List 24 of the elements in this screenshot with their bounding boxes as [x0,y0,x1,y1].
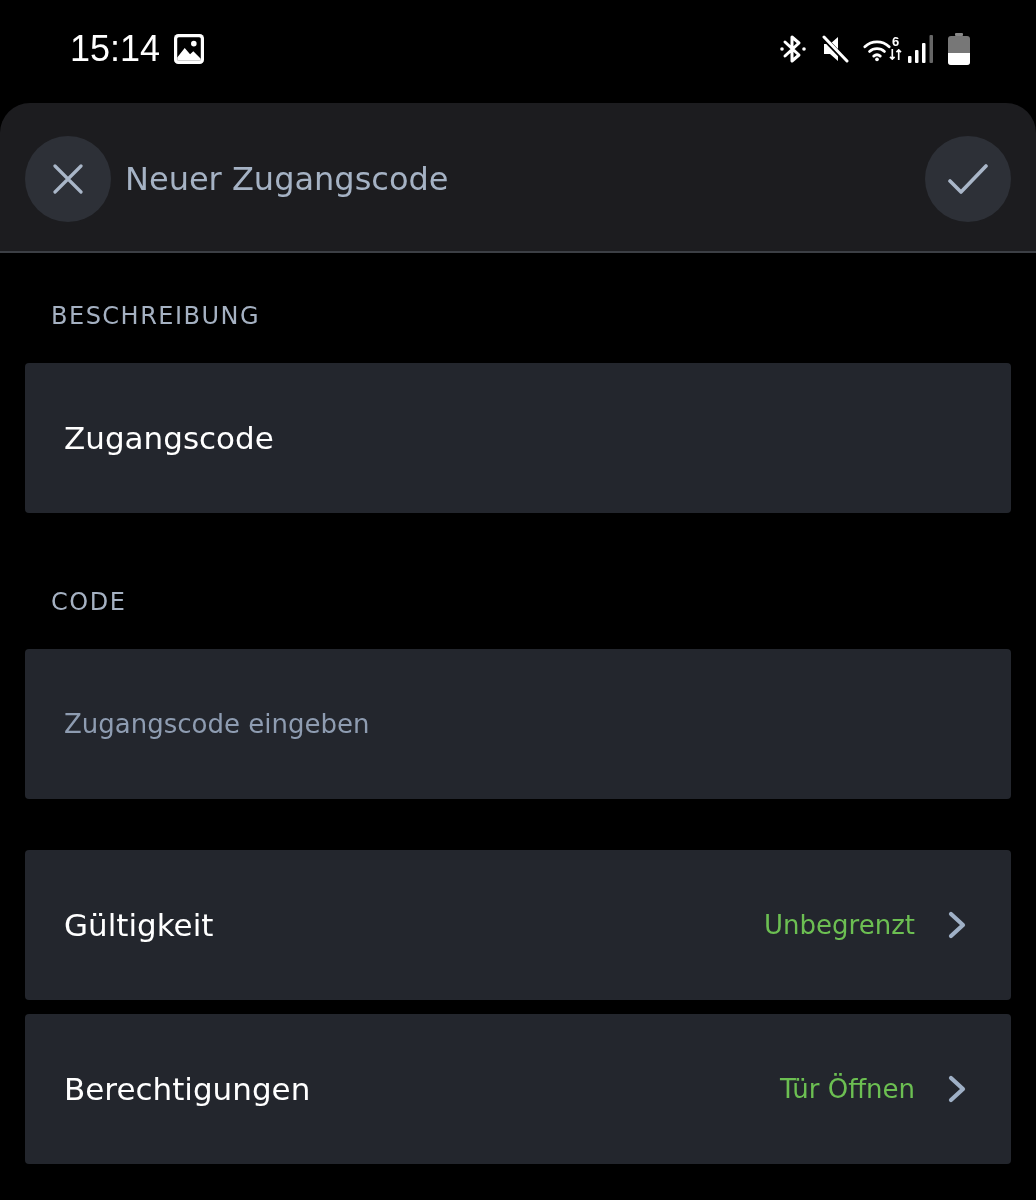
image-icon [174,33,205,64]
section-label: CODE [50,587,128,617]
chevron-icon [947,911,967,939]
signal-icon [908,34,934,63]
data-arrows-icon [889,49,902,60]
settings-row[interactable]: Gültigkeit Unbegrenzt [25,850,1011,1000]
bluetooth-icon [780,33,806,64]
setting-label: Berechtigungen [64,1071,312,1107]
wifi-standard-label: 6 [891,35,900,48]
setting-label: Gültigkeit [64,907,215,943]
status-time: 15:14 [70,27,161,70]
chevron-icon [947,1075,967,1103]
settings-row[interactable]: Berechtigungen Tür Öffnen [25,1014,1011,1164]
muted-speaker-icon [821,33,849,64]
screen-title: Neuer Zugangscode [125,160,450,198]
section-label: BESCHREIBUNG [50,301,262,331]
check-icon [948,164,988,194]
setting-value: Tür Öffnen [779,1074,915,1104]
text-field[interactable]: Zugangscode [25,363,1011,513]
setting-value: Unbegrenzt [764,910,915,940]
text-field[interactable]: Zugangscode eingeben [25,649,1011,799]
battery-icon [948,32,970,65]
wifi-icon [863,39,891,62]
close-icon [53,164,83,194]
